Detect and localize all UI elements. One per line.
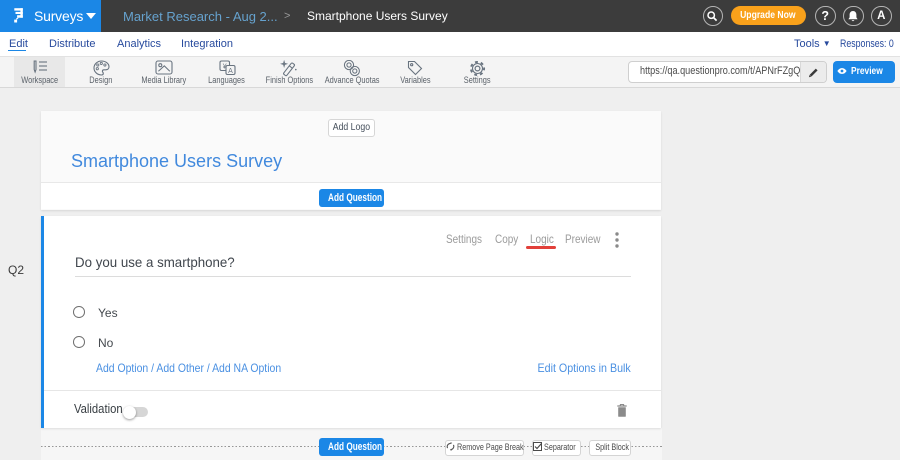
svg-text:¥: ¥ bbox=[222, 63, 226, 70]
